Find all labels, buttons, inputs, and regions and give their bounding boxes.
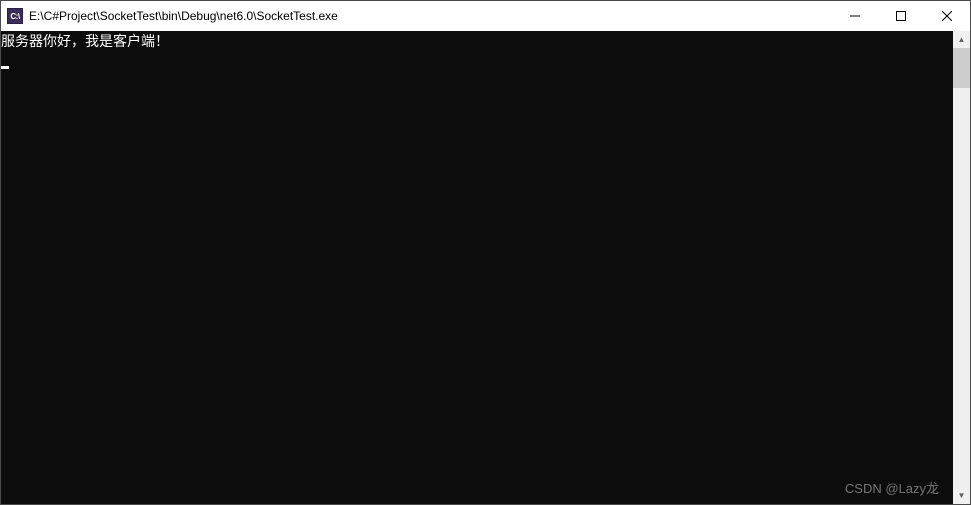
console-cursor-line (1, 51, 953, 69)
app-icon-label: C:\ (10, 12, 19, 21)
watermark-text: CSDN @Lazy龙 (845, 480, 939, 498)
close-icon (942, 11, 952, 21)
scroll-up-arrow-icon[interactable]: ▲ (953, 31, 970, 48)
app-icon: C:\ (7, 8, 23, 24)
scroll-track[interactable] (953, 48, 970, 487)
titlebar[interactable]: C:\ E:\C#Project\SocketTest\bin\Debug\ne… (1, 1, 970, 31)
text-cursor (1, 66, 9, 69)
console-output[interactable]: 服务器你好，我是客户端！ CSDN @Lazy龙 (1, 31, 953, 504)
window-title: E:\C#Project\SocketTest\bin\Debug\net6.0… (29, 9, 338, 23)
scroll-thumb[interactable] (953, 48, 970, 88)
minimize-icon (850, 11, 860, 21)
scroll-down-arrow-icon[interactable]: ▼ (953, 487, 970, 504)
vertical-scrollbar[interactable]: ▲ ▼ (953, 31, 970, 504)
maximize-icon (896, 11, 906, 21)
minimize-button[interactable] (832, 1, 878, 31)
maximize-button[interactable] (878, 1, 924, 31)
close-button[interactable] (924, 1, 970, 31)
application-window: C:\ E:\C#Project\SocketTest\bin\Debug\ne… (0, 0, 971, 505)
client-area: 服务器你好，我是客户端！ CSDN @Lazy龙 ▲ ▼ (1, 31, 970, 504)
console-line: 服务器你好，我是客户端！ (1, 33, 953, 51)
